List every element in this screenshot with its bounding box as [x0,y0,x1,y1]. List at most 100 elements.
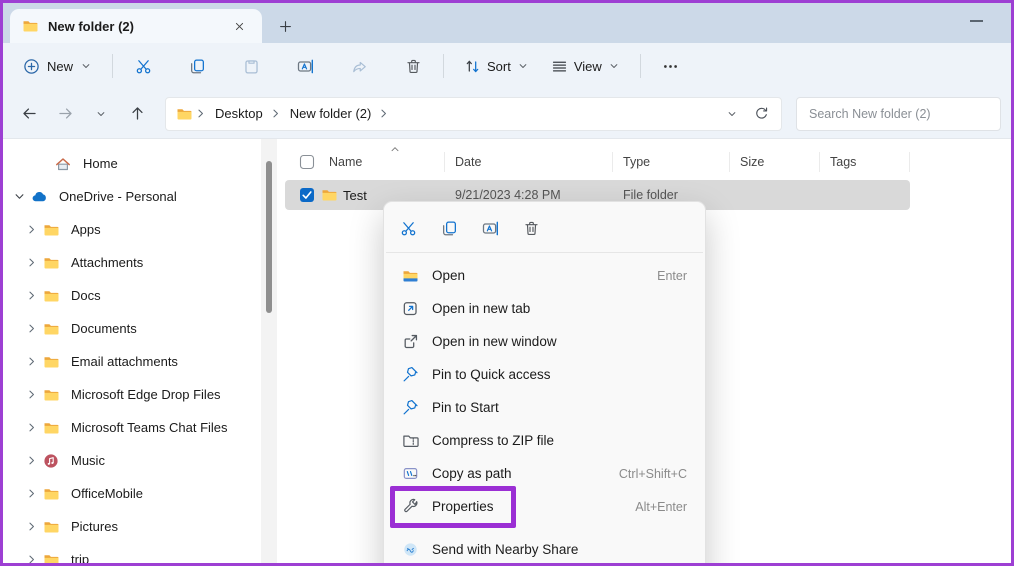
see-more-button[interactable] [651,49,691,83]
chevron-right-icon[interactable] [23,256,39,269]
zip-folder-icon [400,432,420,449]
sidebar-item-email-attachments[interactable]: Email attachments [5,345,259,378]
menu-item-open[interactable]: Open Enter [388,259,701,292]
column-header-size[interactable]: Size [730,152,820,172]
forward-button[interactable] [49,98,81,130]
menu-item-open-in-new-window[interactable]: Open in new window [388,325,701,358]
sidebar-item-docs[interactable]: Docs [5,279,259,312]
sidebar-item-pictures[interactable]: Pictures [5,510,259,543]
breadcrumb-segment[interactable]: Desktop [209,102,269,125]
cut-icon [400,220,417,237]
ctx-copy-button[interactable] [433,212,465,244]
sidebar-item-label: Home [83,156,118,171]
file-name: Test [343,187,367,203]
ctx-cut-button[interactable] [392,212,424,244]
new-button[interactable]: New [13,52,102,81]
sidebar-item-home[interactable]: Home [5,147,259,180]
address-dropdown-button[interactable] [719,101,745,127]
tab-title: New folder (2) [48,18,134,34]
menu-item-send-with-nearby-share[interactable]: Send with Nearby Share [388,533,701,563]
sidebar-item-trip[interactable]: trip [5,543,259,563]
delete-icon [523,220,540,237]
breadcrumb[interactable]: Desktop New folder (2) [165,96,782,131]
sidebar-item-label: Documents [71,321,137,336]
chevron-right-icon [194,107,207,120]
sidebar-item-label: Docs [71,288,101,303]
column-header-tags[interactable]: Tags [820,152,910,172]
home-icon [55,156,71,172]
folder-icon [43,552,59,563]
sidebar-item-apps[interactable]: Apps [5,213,259,246]
sidebar-item-documents[interactable]: Documents [5,312,259,345]
chevron-right-icon[interactable] [23,421,39,434]
cut-button[interactable] [123,49,163,83]
search-box [796,96,1001,131]
sidebar-item-microsoft-teams-chat-files[interactable]: Microsoft Teams Chat Files [5,411,259,444]
sidebar-item-officemobile[interactable]: OfficeMobile [5,477,259,510]
column-label: Tags [830,155,857,169]
minimize-icon [969,20,983,22]
menu-item-label: Send with Nearby Share [432,542,579,557]
view-button[interactable]: View [541,52,630,81]
folder-icon [176,106,192,122]
view-button-label: View [573,58,602,74]
column-header-date[interactable]: Date [445,152,613,172]
chevron-right-icon [25,421,38,434]
explorer-tab[interactable]: New folder (2) [10,9,262,43]
chevron-right-icon[interactable] [23,223,39,236]
file-explorer-window: New folder (2) New Sort View Desktop New… [0,0,1014,566]
chevron-right-icon[interactable] [23,289,39,302]
sidebar-item-label: Attachments [71,255,144,270]
chevron-right-icon[interactable] [23,454,39,467]
chevron-right-icon [25,520,38,533]
chevron-right-icon[interactable] [23,520,39,533]
sidebar-item-microsoft-edge-drop-files[interactable]: Microsoft Edge Drop Files [5,378,259,411]
menu-item-open-in-new-tab[interactable]: Open in new tab [388,292,701,325]
ctx-rename-button[interactable] [474,212,506,244]
toolbar-divider [112,54,114,78]
nearby-share-icon [400,542,420,557]
column-header-type[interactable]: Type [613,152,730,172]
refresh-button[interactable] [747,101,775,127]
menu-item-pin-to-start[interactable]: Pin to Start [388,391,701,424]
copy-icon [441,220,458,237]
chevron-right-icon[interactable] [23,487,39,500]
plus-circle-icon [23,58,40,75]
breadcrumb-segment[interactable]: New folder (2) [284,102,378,125]
sidebar-item-onedrive-personal[interactable]: OneDrive - Personal [5,180,259,213]
rename-button[interactable] [285,49,325,83]
up-button[interactable] [121,98,153,130]
share-icon [351,58,368,75]
wrench-icon [400,498,420,515]
recent-locations-button[interactable] [85,98,117,130]
new-tab-button[interactable] [270,11,300,41]
sidebar-item-label: Pictures [71,519,118,534]
sidebar-item-attachments[interactable]: Attachments [5,246,259,279]
chevron-right-icon[interactable] [23,322,39,335]
chevron-right-icon[interactable] [23,553,39,563]
sidebar-scrollbar[interactable] [261,139,277,563]
column-header-name[interactable]: Name [285,147,445,172]
menu-item-pin-to-quick-access[interactable]: Pin to Quick access [388,358,701,391]
chevron-right-icon[interactable] [23,388,39,401]
scrollbar-thumb[interactable] [266,161,272,313]
search-input[interactable] [797,106,1000,121]
menu-item-shortcut: Alt+Enter [635,499,687,514]
menu-item-properties[interactable]: Properties Alt+Enter [388,486,701,528]
chevron-down-icon[interactable] [11,190,27,203]
sidebar-item-music[interactable]: Music [5,444,259,477]
checkbox-empty-icon [299,154,315,170]
back-button[interactable] [13,98,45,130]
ctx-delete-button[interactable] [515,212,547,244]
menu-item-copy-as-path[interactable]: Copy as path Ctrl+Shift+C [388,457,701,490]
menu-item-compress-to-zip-file[interactable]: Compress to ZIP file [388,424,701,457]
sort-button[interactable]: Sort [454,52,539,81]
minimize-button[interactable] [961,11,991,31]
folder-open-icon [400,268,420,284]
toolbar-divider [443,54,445,78]
copy-button[interactable] [177,49,217,83]
chevron-right-icon[interactable] [23,355,39,368]
delete-button[interactable] [393,49,433,83]
close-tab-icon[interactable] [226,13,252,39]
cloud-icon [31,189,47,205]
